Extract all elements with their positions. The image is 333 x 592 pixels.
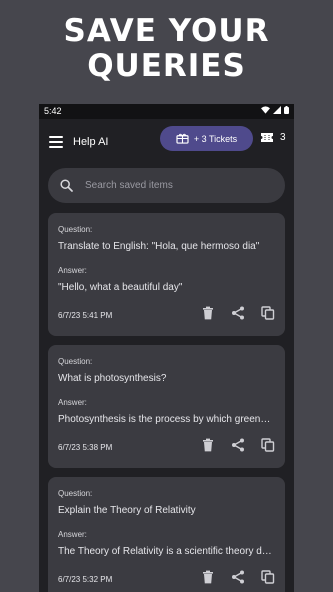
question-text: Explain the Theory of Relativity bbox=[58, 505, 196, 516]
tickets-button-label: + 3 Tickets bbox=[193, 133, 238, 144]
promo-headline: SAVE YOUR QUERIES bbox=[0, 14, 333, 84]
answer-label: Answer: bbox=[58, 398, 87, 407]
answer-label: Answer: bbox=[58, 530, 87, 539]
wifi-icon bbox=[261, 106, 270, 114]
delete-icon[interactable] bbox=[201, 306, 215, 320]
item-timestamp: 6/7/23 5:41 PM bbox=[58, 311, 113, 320]
battery-icon bbox=[284, 106, 289, 114]
copy-icon[interactable] bbox=[261, 438, 275, 452]
search-bar[interactable] bbox=[48, 168, 285, 203]
signal-icon bbox=[273, 106, 281, 114]
item-timestamp: 6/7/23 5:38 PM bbox=[58, 443, 113, 452]
question-label: Question: bbox=[58, 357, 93, 366]
question-label: Question: bbox=[58, 489, 93, 498]
question-text: Translate to English: "Hola, que hermoso… bbox=[58, 241, 260, 252]
answer-text: Photosynthesis is the process by which g… bbox=[58, 414, 273, 425]
search-input[interactable] bbox=[85, 168, 275, 203]
ticket-icon bbox=[261, 133, 273, 142]
item-timestamp: 6/7/23 5:32 PM bbox=[58, 575, 113, 584]
saved-item-card[interactable]: Question: Explain the Theory of Relativi… bbox=[48, 477, 285, 592]
status-icons bbox=[261, 106, 289, 114]
phone-screen: 5:42 Help AI + 3 Tickets 3 Search saved … bbox=[39, 104, 294, 592]
share-icon[interactable] bbox=[231, 570, 245, 584]
item-actions bbox=[201, 570, 275, 584]
copy-icon[interactable] bbox=[261, 306, 275, 320]
promo-line-2: QUERIES bbox=[87, 48, 246, 84]
status-bar: 5:42 bbox=[39, 104, 294, 119]
search-icon bbox=[60, 179, 73, 192]
delete-icon[interactable] bbox=[201, 438, 215, 452]
copy-icon[interactable] bbox=[261, 570, 275, 584]
answer-text: "Hello, what a beautiful day" bbox=[58, 282, 183, 293]
status-time: 5:42 bbox=[44, 106, 62, 116]
ticket-count-value: 3 bbox=[280, 132, 286, 143]
item-actions bbox=[201, 306, 275, 320]
answer-label: Answer: bbox=[58, 266, 87, 275]
hamburger-menu-icon[interactable] bbox=[49, 136, 63, 148]
ticket-balance[interactable]: 3 bbox=[261, 132, 286, 143]
saved-item-card[interactable]: Question: Translate to English: "Hola, q… bbox=[48, 213, 285, 336]
delete-icon[interactable] bbox=[201, 570, 215, 584]
item-actions bbox=[201, 438, 275, 452]
question-text: What is photosynthesis? bbox=[58, 373, 167, 384]
app-bar: Help AI + 3 Tickets 3 bbox=[39, 119, 294, 169]
promo-line-1: SAVE YOUR bbox=[63, 13, 270, 49]
question-label: Question: bbox=[58, 225, 93, 234]
saved-item-card[interactable]: Question: What is photosynthesis? Answer… bbox=[48, 345, 285, 468]
share-icon[interactable] bbox=[231, 306, 245, 320]
ticket-gift-icon bbox=[176, 133, 189, 144]
share-icon[interactable] bbox=[231, 438, 245, 452]
app-title: Help AI bbox=[73, 136, 109, 148]
answer-text: The Theory of Relativity is a scientific… bbox=[58, 546, 273, 557]
get-tickets-button[interactable]: + 3 Tickets bbox=[160, 126, 253, 151]
